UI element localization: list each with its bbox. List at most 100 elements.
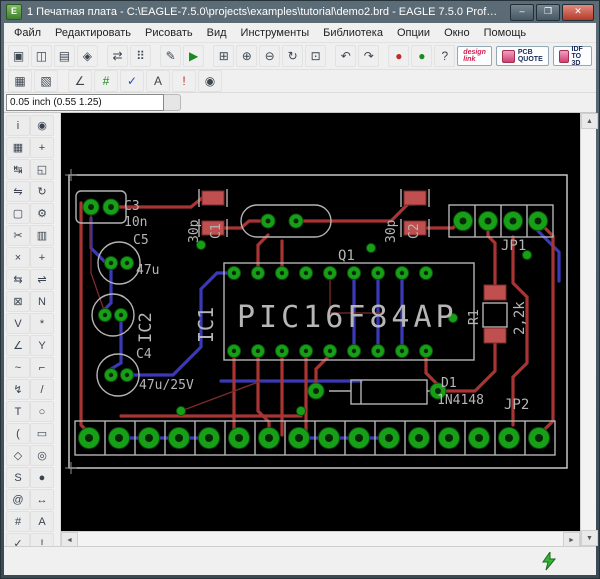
save-button[interactable]: ◫: [30, 45, 52, 67]
titlebar[interactable]: E 1 Печатная плата - C:\EAGLE-7.5.0\proj…: [1, 1, 599, 23]
coordinate-display[interactable]: 0.05 inch (0.55 1.25): [6, 94, 164, 111]
vertical-scroll-track[interactable]: [581, 129, 596, 530]
replace-tool[interactable]: ⇌: [30, 269, 54, 290]
stop-button[interactable]: ●: [388, 45, 410, 67]
zoom-select-button[interactable]: ⊡: [305, 45, 327, 67]
menu-tools[interactable]: Инструменты: [235, 25, 316, 41]
hole-tool[interactable]: ●: [30, 467, 54, 488]
add-tool[interactable]: +: [30, 247, 54, 268]
vertical-scrollbar[interactable]: ▲ ▼: [580, 113, 598, 546]
polygon-tool[interactable]: ◇: [6, 445, 30, 466]
drc-button[interactable]: ✓: [120, 70, 144, 92]
errors-button[interactable]: !: [172, 70, 196, 92]
info-tool[interactable]: i: [6, 115, 30, 136]
close-button[interactable]: ✕: [562, 3, 594, 21]
undo-button[interactable]: ↶: [335, 45, 357, 67]
redo-button[interactable]: ↷: [358, 45, 380, 67]
dimension-tool[interactable]: ↔: [30, 489, 54, 510]
cut-tool[interactable]: ✂: [6, 225, 30, 246]
rotate-tool[interactable]: ↻: [30, 181, 54, 202]
paste-tool[interactable]: ▥: [30, 225, 54, 246]
pcb-quote-button[interactable]: PCB QUOTE: [495, 46, 549, 66]
menu-view[interactable]: Вид: [201, 25, 233, 41]
use-library-button[interactable]: ⠿: [130, 45, 151, 67]
wire-tool[interactable]: /: [30, 379, 54, 400]
change-tool[interactable]: ⚙: [30, 203, 54, 224]
smash-tool[interactable]: *: [30, 313, 54, 334]
ripup-tool[interactable]: ↯: [6, 379, 30, 400]
attribute-tool[interactable]: @: [6, 489, 30, 510]
scroll-down-icon[interactable]: ▼: [581, 530, 598, 546]
scroll-up-icon[interactable]: ▲: [581, 113, 598, 129]
copy-tool[interactable]: ◱: [30, 159, 54, 180]
minimize-button[interactable]: –: [510, 3, 534, 21]
text-tool[interactable]: T: [6, 401, 30, 422]
run-ulp-button[interactable]: ▶: [183, 45, 205, 67]
ratsnest-tool[interactable]: #: [6, 511, 30, 532]
zoom-redraw-button[interactable]: ↻: [282, 45, 304, 67]
menu-options[interactable]: Опции: [391, 25, 436, 41]
menu-draw[interactable]: Рисовать: [139, 25, 199, 41]
coordinate-tab[interactable]: [164, 94, 181, 111]
zoom-fit-button[interactable]: ⊞: [213, 45, 235, 67]
grid-button[interactable]: ▦: [8, 70, 32, 92]
circle-tool[interactable]: ○: [30, 401, 54, 422]
rect-tool[interactable]: ▭: [30, 423, 54, 444]
layer-settings-button[interactable]: ▧: [34, 70, 58, 92]
label-jp2: JP2: [504, 397, 529, 413]
label-c3: C3: [124, 199, 140, 214]
split-tool[interactable]: Y: [30, 335, 54, 356]
pinswap-tool[interactable]: ⇆: [6, 269, 30, 290]
open-button[interactable]: ▣: [8, 45, 29, 67]
app-icon: E: [6, 4, 22, 20]
via-tool[interactable]: ◎: [30, 445, 54, 466]
autoroute-tool[interactable]: A: [30, 511, 54, 532]
lock-tool[interactable]: ⊠: [6, 291, 30, 312]
board-canvas[interactable]: C3 10n 30p C1 Q1 30p C2 JP1 C5 47u IC2 I…: [61, 113, 580, 531]
mirror-tool[interactable]: ⇋: [6, 181, 30, 202]
group-tool[interactable]: ▢: [6, 203, 30, 224]
switch-schematic-button[interactable]: ⇄: [107, 45, 129, 67]
display-tool[interactable]: ▦: [6, 137, 30, 158]
pcb-drawing: C3 10n 30p C1 Q1 30p C2 JP1 C5 47u IC2 I…: [65, 169, 568, 474]
autorouter-button[interactable]: A: [146, 70, 170, 92]
horizontal-scroll-track[interactable]: [78, 532, 563, 546]
menu-edit[interactable]: Редактировать: [49, 25, 137, 41]
route-tool[interactable]: ⌐: [30, 357, 54, 378]
status-bar: [4, 546, 596, 575]
label-c1-value: 30p: [187, 219, 202, 243]
menu-window[interactable]: Окно: [438, 25, 476, 41]
design-link-button[interactable]: design link: [457, 46, 492, 66]
menu-file[interactable]: Файл: [8, 25, 47, 41]
cam-processor-button[interactable]: ◈: [76, 45, 98, 67]
zoom-in-button[interactable]: ⊕: [236, 45, 258, 67]
miter-tool[interactable]: ∠: [6, 335, 30, 356]
idf-to-3d-button[interactable]: IDF TO 3D: [552, 46, 593, 67]
script-button[interactable]: ✎: [160, 45, 182, 67]
value-tool[interactable]: V: [6, 313, 30, 334]
app-body: Файл Редактировать Рисовать Вид Инструме…: [4, 23, 598, 575]
show-tool[interactable]: ◉: [30, 115, 54, 136]
go-button[interactable]: ●: [411, 45, 433, 67]
maximize-button[interactable]: ❐: [536, 3, 560, 21]
horizontal-scrollbar[interactable]: ◄ ►: [61, 531, 580, 548]
display-button[interactable]: ◉: [198, 70, 222, 92]
optimize-tool[interactable]: ~: [6, 357, 30, 378]
help-button[interactable]: ?: [434, 45, 456, 67]
name-tool[interactable]: N: [30, 291, 54, 312]
arc-tool[interactable]: (: [6, 423, 30, 444]
menu-help[interactable]: Помощь: [478, 25, 533, 41]
print-button[interactable]: ▤: [53, 45, 75, 67]
signal-tool[interactable]: S: [6, 467, 30, 488]
move-tool[interactable]: ↹: [6, 159, 30, 180]
delete-tool[interactable]: ×: [6, 247, 30, 268]
ratsnest-button[interactable]: #: [94, 70, 118, 92]
label-c1: C1: [209, 223, 224, 239]
angle-button[interactable]: ∠: [68, 70, 92, 92]
pcb-quote-label-2: QUOTE: [517, 56, 543, 63]
status-lightning-icon[interactable]: [542, 551, 556, 571]
mark-tool[interactable]: +: [30, 137, 54, 158]
menu-library[interactable]: Библиотека: [317, 25, 389, 41]
label-c3-value: 10n: [124, 215, 147, 230]
zoom-out-button[interactable]: ⊖: [259, 45, 281, 67]
